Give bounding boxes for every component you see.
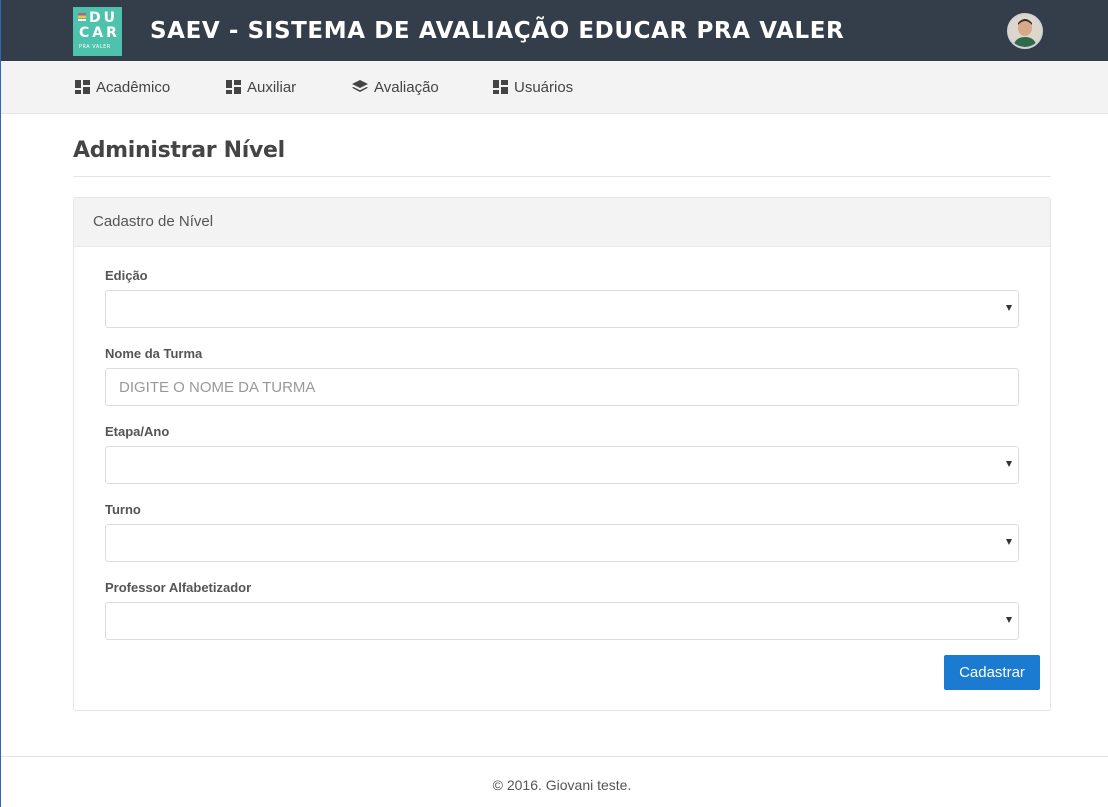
dashboard-icon	[226, 80, 241, 94]
dashboard-icon	[493, 80, 508, 94]
dashboard-icon	[75, 80, 90, 94]
footer-copyright: © 2016. Giovani teste.	[492, 777, 632, 793]
nav-item-label: Usuários	[514, 78, 574, 96]
caret-down-icon	[1006, 539, 1012, 545]
nav-item-usuarios[interactable]: Usuários	[493, 77, 573, 97]
panel-header: Cadastro de Nível	[74, 198, 1050, 247]
app-title: SAEV - SISTEMA DE AVALIAÇÃO EDUCAR PRA V…	[150, 18, 845, 44]
panel-title: Cadastro de Nível	[93, 213, 214, 230]
turno-label: Turno	[105, 502, 141, 517]
main-nav: Acadêmico Auxiliar Avaliação Usuários	[1, 61, 1108, 114]
logo-line-2: CAR	[79, 25, 120, 41]
user-avatar[interactable]	[1007, 13, 1043, 49]
top-header: DU CAR PRA VALER SAEV - SISTEMA DE AVALI…	[1, 0, 1108, 61]
professor-label: Professor Alfabetizador	[105, 580, 252, 595]
logo-line-3: PRA VALER	[79, 44, 111, 50]
nav-item-academico[interactable]: Acadêmico	[75, 77, 170, 97]
caret-down-icon	[1006, 305, 1012, 311]
caret-down-icon	[1006, 461, 1012, 467]
cadastrar-button[interactable]: Cadastrar	[944, 655, 1040, 690]
etapa-label: Etapa/Ano	[105, 424, 170, 439]
turno-select[interactable]	[105, 524, 1019, 562]
footer-divider	[1, 756, 1108, 757]
form-panel: Cadastro de Nível Edição Nome da Turma E…	[73, 197, 1051, 711]
layers-icon	[352, 80, 368, 92]
nav-item-avaliacao[interactable]: Avaliação	[352, 77, 439, 97]
edicao-select[interactable]	[105, 290, 1019, 328]
professor-select[interactable]	[105, 602, 1019, 640]
edicao-label: Edição	[105, 268, 148, 283]
nav-item-label: Avaliação	[374, 78, 439, 96]
page-title: Administrar Nível	[73, 138, 285, 163]
nav-item-label: Acadêmico	[96, 78, 171, 96]
user-avatar-icon	[1009, 15, 1041, 47]
educar-logo[interactable]: DU CAR PRA VALER	[73, 7, 122, 56]
nav-item-label: Auxiliar	[247, 78, 297, 96]
turma-input[interactable]	[106, 369, 1018, 405]
turma-field	[105, 368, 1019, 406]
logo-color-bars	[78, 13, 86, 23]
etapa-select[interactable]	[105, 446, 1019, 484]
title-divider	[73, 176, 1051, 177]
logo-line-1: DU	[89, 10, 118, 26]
turma-label: Nome da Turma	[105, 346, 203, 361]
nav-item-auxiliar[interactable]: Auxiliar	[226, 77, 296, 97]
caret-down-icon	[1006, 617, 1012, 623]
